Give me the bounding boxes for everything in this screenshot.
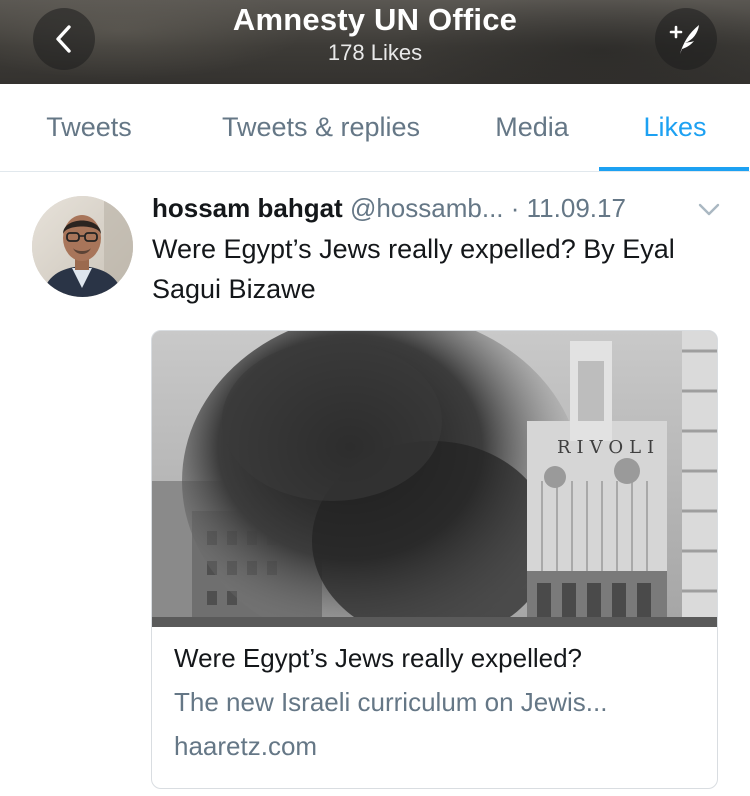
profile-name: Amnesty UN Office [232, 2, 518, 37]
card-image: RIVOLI [152, 331, 717, 651]
card-description: The new Israeli curriculum on Jewis... [174, 687, 608, 717]
card-domain: haaretz.com [174, 731, 318, 761]
author-name[interactable]: hossam bahgat [152, 193, 343, 223]
profile-tabs: Tweets Tweets & replies Media Likes [0, 84, 750, 172]
likes-count: 178 Likes [327, 40, 423, 65]
tab-tweets-and-replies[interactable]: Tweets & replies [178, 84, 464, 171]
chevron-down-icon [698, 203, 720, 216]
svg-text:RIVOLI: RIVOLI [557, 437, 660, 458]
compose-tweet-button[interactable] [655, 8, 717, 70]
tweet-text: Were Egypt’s Jews really expelled? By Ey… [152, 234, 675, 304]
tweet-date[interactable]: 11.09.17 [527, 193, 626, 223]
tweet-menu-button[interactable] [697, 202, 721, 218]
tab-media[interactable]: Media [464, 84, 600, 171]
avatar[interactable] [32, 196, 133, 297]
profile-header: Amnesty UN Office 178 Likes [0, 0, 750, 84]
tab-likes[interactable]: Likes [600, 84, 750, 171]
card-title: Were Egypt’s Jews really expelled? [174, 643, 583, 673]
author-handle[interactable]: @hossamb... [350, 193, 504, 223]
link-card[interactable]: RIVOLI Were Egypt’s Jews really expelled… [151, 330, 718, 789]
compose-tweet-icon [669, 25, 699, 54]
tab-tweets[interactable]: Tweets [0, 84, 178, 171]
tweet-header: hossam bahgat @hossamb... · 11.09.17 [152, 193, 626, 227]
separator-dot: · [510, 193, 520, 223]
active-tab-indicator [599, 167, 749, 171]
